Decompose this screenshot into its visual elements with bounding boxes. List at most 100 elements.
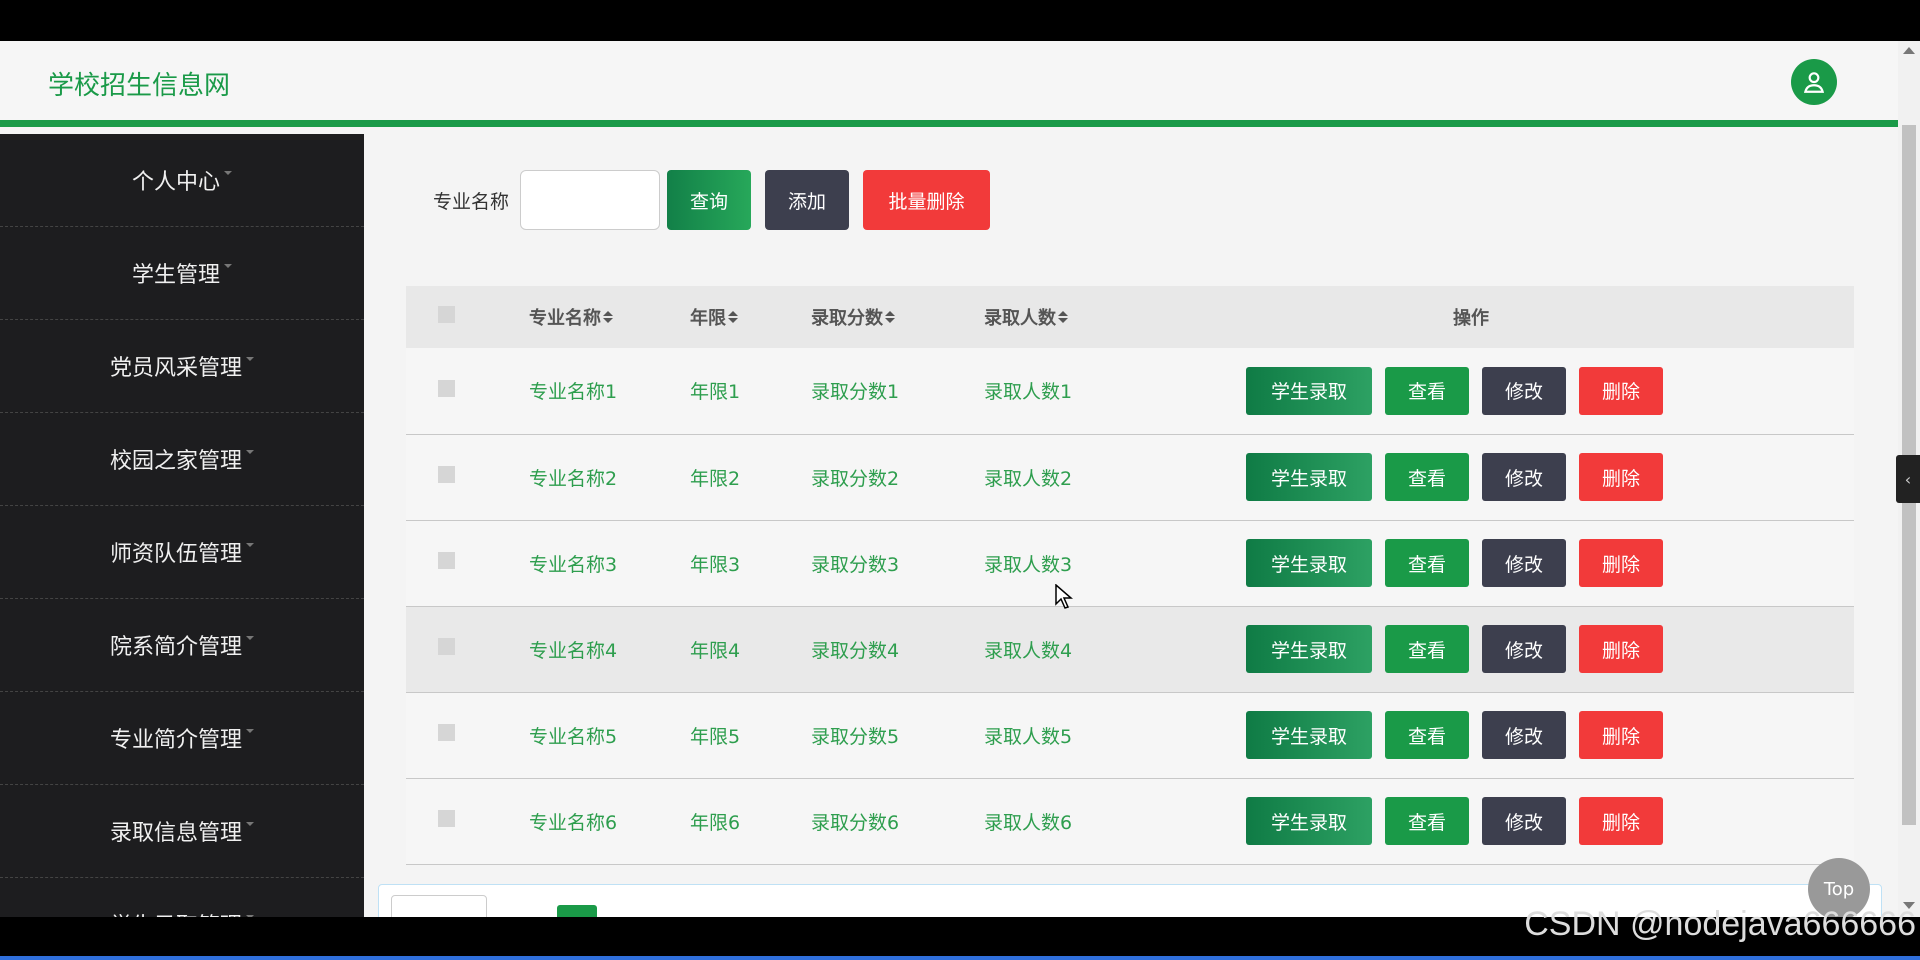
- cell-major-name: 专业名称5: [529, 725, 618, 748]
- current-page-button[interactable]: [557, 905, 597, 917]
- cell-major-name: 专业名称3: [529, 553, 618, 576]
- user-avatar[interactable]: [1791, 59, 1837, 105]
- sidebar-item-campus-home[interactable]: 校园之家管理: [0, 413, 364, 506]
- progress-line: [0, 956, 1920, 960]
- admit-button[interactable]: 学生录取: [1246, 366, 1372, 415]
- cell-years: 年限5: [690, 725, 741, 748]
- cell-years: 年限2: [690, 467, 741, 490]
- view-button[interactable]: 查看: [1385, 453, 1469, 501]
- sort-icon: [603, 311, 613, 325]
- view-button[interactable]: 查看: [1385, 797, 1469, 845]
- cell-score: 录取分数1: [811, 381, 900, 404]
- row-checkbox[interactable]: [438, 552, 455, 569]
- cell-score: 录取分数5: [811, 725, 900, 748]
- cell-count: 录取人数5: [984, 725, 1073, 748]
- sort-icon: [1058, 311, 1068, 325]
- sidebar-item-party-member[interactable]: 党员风采管理: [0, 320, 364, 413]
- side-panel-toggle[interactable]: ‹: [1896, 455, 1920, 503]
- sidebar-item-major-intro[interactable]: 专业简介管理: [0, 692, 364, 785]
- sidebar-item-label: 录取信息管理: [109, 821, 242, 846]
- row-checkbox[interactable]: [438, 810, 455, 827]
- app-window: 学校招生信息网 个人中心 学生管理 党员风采管理 校园之家管理 师资队伍管理 院…: [0, 41, 1920, 917]
- caret-down-icon: [246, 450, 254, 454]
- view-button[interactable]: 查看: [1385, 625, 1469, 673]
- table-row: 专业名称1 年限1 录取分数1 录取人数1 学生录取 查看 修改 删除: [406, 348, 1854, 434]
- edit-button[interactable]: 修改: [1482, 625, 1566, 673]
- sidebar-item-label: 学生录取管理: [110, 908, 242, 917]
- sidebar-item-student-admission[interactable]: 学生录取管理: [0, 878, 364, 917]
- cell-score: 录取分数2: [811, 467, 900, 490]
- caret-down-icon: [246, 543, 254, 547]
- admit-button[interactable]: 学生录取: [1246, 539, 1372, 587]
- delete-button[interactable]: 删除: [1579, 539, 1663, 587]
- mouse-cursor-icon: [1055, 584, 1073, 609]
- sidebar-item-label: 校园之家管理: [109, 449, 242, 474]
- cell-major-name: 专业名称2: [529, 467, 618, 490]
- admit-button[interactable]: 学生录取: [1246, 797, 1372, 845]
- column-header-major[interactable]: 专业名称: [529, 286, 690, 348]
- table-row: 专业名称3 年限3 录取分数3 录取人数3 学生录取 查看 修改 删除: [406, 520, 1854, 606]
- major-name-input[interactable]: [520, 170, 661, 230]
- row-checkbox[interactable]: [438, 638, 455, 655]
- edit-button[interactable]: 修改: [1482, 797, 1566, 845]
- batch-delete-button[interactable]: 批量删除: [863, 170, 991, 230]
- column-header-count[interactable]: 录取人数: [984, 286, 1240, 348]
- sidebar-item-faculty[interactable]: 师资队伍管理: [0, 506, 364, 599]
- cell-years: 年限3: [690, 553, 741, 576]
- edit-button[interactable]: 修改: [1482, 366, 1566, 415]
- cell-major-name: 专业名称4: [529, 639, 618, 662]
- column-header-years[interactable]: 年限: [690, 286, 811, 348]
- cell-major-name: 专业名称6: [529, 811, 618, 834]
- cell-count: 录取人数1: [984, 381, 1073, 404]
- top-black-bar: [0, 0, 1920, 41]
- edit-button[interactable]: 修改: [1482, 453, 1566, 501]
- sidebar-item-label: 专业简介管理: [109, 728, 242, 753]
- caret-down-icon: [246, 822, 254, 826]
- admit-button[interactable]: 学生录取: [1246, 711, 1372, 759]
- delete-button[interactable]: 删除: [1579, 711, 1663, 759]
- cell-count: 录取人数2: [984, 467, 1073, 490]
- row-checkbox[interactable]: [438, 379, 455, 397]
- sidebar-item-student-management[interactable]: 学生管理: [0, 227, 364, 320]
- delete-button[interactable]: 删除: [1579, 366, 1663, 415]
- add-button[interactable]: 添加: [765, 170, 850, 230]
- select-all-checkbox[interactable]: [438, 306, 455, 323]
- sidebar-item-label: 学生管理: [131, 263, 220, 288]
- query-button[interactable]: 查询: [667, 170, 752, 230]
- view-button[interactable]: 查看: [1385, 711, 1469, 759]
- cell-count: 录取人数4: [984, 639, 1073, 662]
- watermark: CSDN @nodejava666666: [1524, 905, 1916, 943]
- search-bar: 专业名称 查询 添加 批量删除: [433, 170, 1004, 230]
- user-icon: [1803, 72, 1825, 93]
- sidebar-item-label: 个人中心: [131, 170, 220, 195]
- admit-button[interactable]: 学生录取: [1246, 453, 1372, 501]
- sidebar-item-admission-info[interactable]: 录取信息管理: [0, 785, 364, 878]
- table-row: 专业名称6 年限6 录取分数6 录取人数6 学生录取 查看 修改 删除: [406, 778, 1854, 864]
- row-checkbox[interactable]: [438, 724, 455, 741]
- view-button[interactable]: 查看: [1385, 366, 1469, 415]
- caret-down-icon: [246, 636, 254, 640]
- caret-down-icon: [246, 729, 254, 733]
- caret-down-icon: [224, 264, 232, 268]
- admit-button[interactable]: 学生录取: [1246, 625, 1372, 673]
- sidebar-item-department-intro[interactable]: 院系简介管理: [0, 599, 364, 692]
- sidebar-item-personal-center[interactable]: 个人中心: [0, 134, 364, 227]
- main-content: 专业名称 查询 添加 批量删除 专业名称 年限 录取分数 录取人数 操作 专业名…: [364, 134, 1898, 917]
- column-header-score[interactable]: 录取分数: [811, 286, 984, 348]
- delete-button[interactable]: 删除: [1579, 453, 1663, 501]
- search-label: 专业名称: [433, 190, 510, 213]
- column-header-actions: 操作: [1453, 308, 1489, 329]
- page-size-select[interactable]: [391, 895, 487, 917]
- delete-button[interactable]: 删除: [1579, 625, 1663, 673]
- view-button[interactable]: 查看: [1385, 539, 1469, 587]
- cell-years: 年限1: [690, 381, 741, 404]
- site-logo[interactable]: 学校招生信息网: [48, 65, 230, 102]
- scroll-up-icon[interactable]: [1903, 47, 1915, 54]
- delete-button[interactable]: 删除: [1579, 797, 1663, 845]
- edit-button[interactable]: 修改: [1482, 711, 1566, 759]
- row-checkbox[interactable]: [438, 466, 455, 483]
- header: 学校招生信息网: [0, 41, 1898, 127]
- cell-score: 录取分数3: [811, 553, 900, 576]
- edit-button[interactable]: 修改: [1482, 539, 1566, 587]
- caret-down-icon: [246, 357, 254, 361]
